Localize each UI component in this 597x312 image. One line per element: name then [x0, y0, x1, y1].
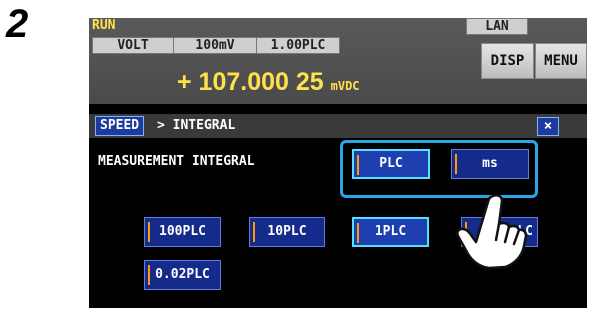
- unit-ms-button[interactable]: ms: [451, 149, 529, 179]
- lan-indicator: LAN: [466, 18, 528, 35]
- breadcrumb-integral: > INTEGRAL: [157, 118, 236, 133]
- measurement-reading: + 107.000 25 mVDC: [177, 68, 360, 97]
- range-chip: 100mV: [173, 37, 257, 54]
- reading-value: + 107.000 25: [177, 68, 324, 96]
- status-bar: RUN LAN VOLT 100mV 1.00PLC + 107.000 25 …: [89, 18, 587, 104]
- run-status: RUN: [92, 18, 116, 33]
- plc-1-button[interactable]: 1PLC: [352, 217, 429, 247]
- menu-button[interactable]: MENU: [535, 43, 587, 79]
- plc-002-button[interactable]: 0.02PLC: [144, 260, 221, 290]
- plc-100-button[interactable]: 100PLC: [144, 217, 221, 247]
- breadcrumb-speed[interactable]: SPEED: [95, 116, 145, 136]
- function-chip: VOLT: [92, 37, 174, 54]
- hand-pointer-icon: [456, 193, 528, 270]
- reading-unit: mVDC: [330, 79, 360, 93]
- unit-plc-button[interactable]: PLC: [352, 149, 430, 179]
- disp-button[interactable]: DISP: [481, 43, 534, 79]
- plc-10-button[interactable]: 10PLC: [249, 217, 325, 247]
- close-button[interactable]: ×: [537, 117, 559, 136]
- breadcrumb: SPEED > INTEGRAL ×: [89, 114, 587, 138]
- measurement-integral-label: MEASUREMENT INTEGRAL: [98, 154, 255, 169]
- step-number: 2: [6, 2, 29, 46]
- speed-chip: 1.00PLC: [256, 37, 340, 54]
